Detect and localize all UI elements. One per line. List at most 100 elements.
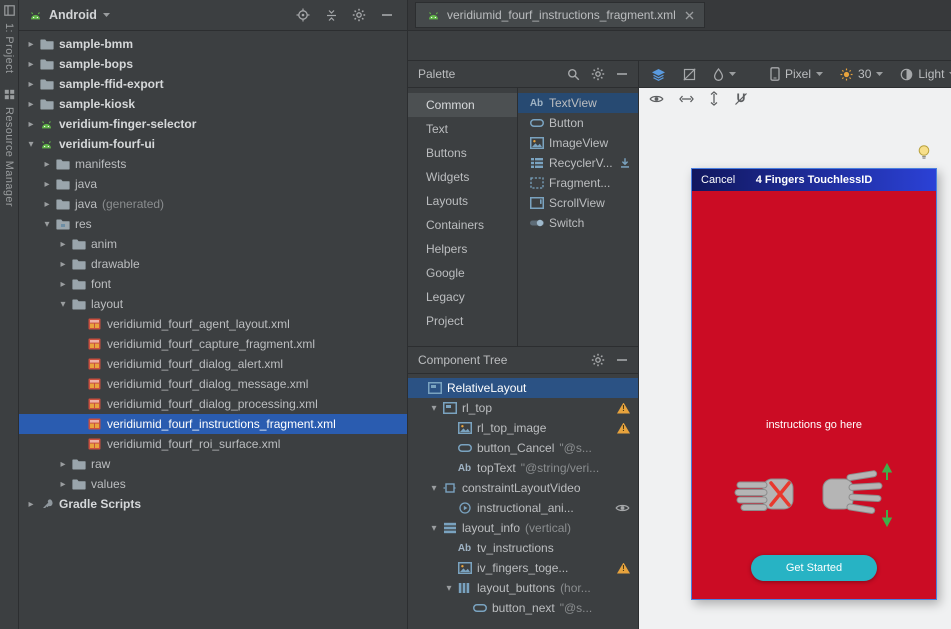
project-tree-item[interactable]: ▾res [19,214,407,234]
chevron-right-icon[interactable]: ▸ [56,239,70,250]
palette-category-helpers[interactable]: Helpers [408,237,517,261]
palette-category-common[interactable]: Common [408,93,517,117]
chevron-right-icon[interactable]: ▸ [40,159,54,170]
chevron-right-icon[interactable]: ▸ [40,179,54,190]
project-tree-item[interactable]: ▸anim [19,234,407,254]
chevron-right-icon[interactable]: ▸ [56,259,70,270]
component-tree-item[interactable]: Abtv_instructions [408,538,638,558]
palette-item[interactable]: AbTextView [518,93,638,113]
palette-item[interactable]: Fragment... [518,173,638,193]
component-tree-item[interactable]: ▾constraintLayoutVideo [408,478,638,498]
component-tree-item[interactable]: RelativeLayout [408,378,638,398]
chevron-right-icon[interactable]: ▸ [24,99,38,110]
project-tree-item[interactable]: ▸sample-bmm [19,34,407,54]
project-tree-item[interactable]: veridiumid_fourf_roi_surface.xml [19,434,407,454]
gear-icon[interactable] [591,67,605,81]
project-tree-item[interactable]: veridiumid_fourf_instructions_fragment.x… [19,414,407,434]
magnet-off-icon[interactable] [734,92,748,106]
design-canvas[interactable]: Cancel 4 Fingers TouchlessID instruction… [639,88,951,629]
component-tree-item[interactable]: button_next"@s... [408,598,638,618]
project-tree-item[interactable]: veridiumid_fourf_dialog_message.xml [19,374,407,394]
project-tree-item[interactable]: ▸java(generated) [19,194,407,214]
project-tree-item[interactable]: ▸sample-ffid-export [19,74,407,94]
palette-category-project[interactable]: Project [408,309,517,333]
minimize-icon[interactable] [616,72,628,76]
palette-category-legacy[interactable]: Legacy [408,285,517,309]
component-tree-item[interactable]: AbtopText"@string/veri... [408,458,638,478]
project-tree-item[interactable]: ▸drawable [19,254,407,274]
chevron-right-icon[interactable]: ▸ [56,479,70,490]
palette-item[interactable]: RecyclerV... [518,153,638,173]
theme-dropdown[interactable]: Light [900,67,951,81]
project-tree-item[interactable]: ▸Gradle Scripts [19,494,407,514]
project-tree-item[interactable]: ▸veridium-finger-selector [19,114,407,134]
palette-category-google[interactable]: Google [408,261,517,285]
search-icon[interactable] [567,68,580,81]
get-started-button[interactable]: Get Started [751,555,877,581]
palette-item[interactable]: ScrollView [518,193,638,213]
chevron-right-icon[interactable]: ▸ [24,499,38,510]
palette-category-buttons[interactable]: Buttons [408,141,517,165]
chevron-down-icon[interactable]: ▾ [427,523,441,534]
component-tree-item[interactable]: button_Cancel"@s... [408,438,638,458]
component-tree-item[interactable]: iv_fingers_toge...! [408,558,638,578]
chevron-down-icon[interactable]: ▾ [427,403,441,414]
phone-preview[interactable]: Cancel 4 Fingers TouchlessID instruction… [691,168,937,600]
chevron-down-icon[interactable]: ▾ [40,219,54,230]
chevron-right-icon[interactable]: ▸ [24,119,38,130]
chevron-right-icon[interactable]: ▸ [40,199,54,210]
pan-horizontal-icon[interactable] [679,94,694,104]
download-icon[interactable] [619,157,631,169]
eye-icon[interactable] [615,503,630,513]
palette-category-layouts[interactable]: Layouts [408,189,517,213]
hide-panel-icon[interactable] [376,4,398,26]
preview-instructions-text[interactable]: instructions go here [692,419,936,431]
gear-icon[interactable] [591,353,605,367]
api-level-dropdown[interactable]: 30 [840,67,883,81]
close-icon[interactable] [685,11,694,20]
tool-window-button-resource-manager[interactable]: Resource Manager [3,89,15,207]
chevron-right-icon[interactable]: ▸ [24,79,38,90]
project-tree-item[interactable]: ▸raw [19,454,407,474]
editor-tab[interactable]: veridiumid_fourf_instructions_fragment.x… [415,2,705,28]
component-tree-item[interactable]: rl_top_image! [408,418,638,438]
palette-category-containers[interactable]: Containers [408,213,517,237]
minimize-icon[interactable] [616,358,628,362]
palette-item[interactable]: ImageView [518,133,638,153]
pan-vertical-icon[interactable] [709,91,719,106]
blueprint-toggle-icon[interactable] [683,68,696,81]
project-tree-item[interactable]: ▸values [19,474,407,494]
chevron-down-icon[interactable] [103,13,110,17]
component-tree-item[interactable]: ▾layout_info(vertical) [408,518,638,538]
eye-icon[interactable] [649,94,664,104]
project-tree-item[interactable]: ▸manifests [19,154,407,174]
project-tree-item[interactable]: veridiumid_fourf_capture_fragment.xml [19,334,407,354]
project-tree-item[interactable]: veridiumid_fourf_dialog_alert.xml [19,354,407,374]
project-view-selector[interactable]: Android [49,8,97,22]
chevron-right-icon[interactable]: ▸ [24,59,38,70]
gear-icon[interactable] [348,4,370,26]
collapse-all-icon[interactable] [320,4,342,26]
color-mode-dropdown[interactable] [713,68,736,81]
lightbulb-hint-icon[interactable] [917,144,931,162]
preview-cancel-button[interactable]: Cancel [701,174,735,186]
tool-window-button-project[interactable]: 1: Project [3,5,15,73]
chevron-down-icon[interactable]: ▾ [442,583,456,594]
locate-file-icon[interactable] [292,4,314,26]
project-tree-item[interactable]: ▸font [19,274,407,294]
chevron-down-icon[interactable]: ▾ [56,299,70,310]
chevron-down-icon[interactable]: ▾ [24,139,38,150]
chevron-down-icon[interactable]: ▾ [427,483,441,494]
project-tree-item[interactable]: ▾layout [19,294,407,314]
palette-category-text[interactable]: Text [408,117,517,141]
palette-item[interactable]: Switch [518,213,638,233]
project-tree-item[interactable]: ▸sample-bops [19,54,407,74]
hands-illustration[interactable] [733,463,895,530]
design-surface-icon[interactable] [651,68,666,81]
chevron-right-icon[interactable]: ▸ [56,279,70,290]
palette-category-widgets[interactable]: Widgets [408,165,517,189]
component-tree-item[interactable]: instructional_ani... [408,498,638,518]
project-tree-item[interactable]: ▸java [19,174,407,194]
device-dropdown[interactable]: Pixel [770,67,823,81]
component-tree-item[interactable]: ▾layout_buttons(hor... [408,578,638,598]
